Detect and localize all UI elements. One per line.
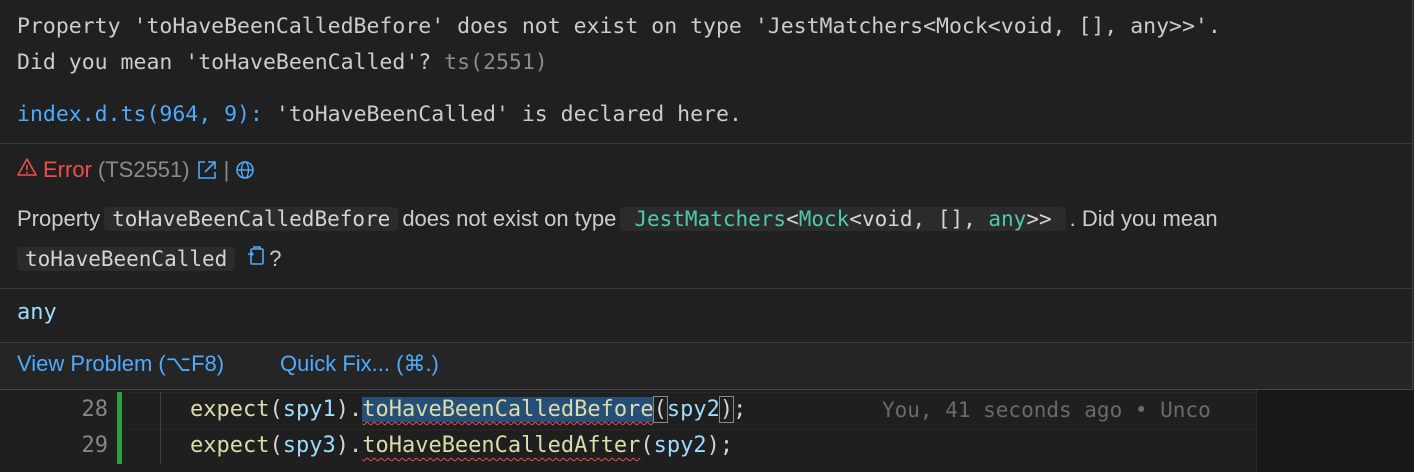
code-var: spy3	[282, 433, 336, 458]
divider	[0, 143, 1412, 144]
type-name: any	[988, 207, 1027, 231]
code-punc: ).	[335, 397, 363, 422]
code-error-method[interactable]: toHaveBeenCalledBefore	[362, 397, 654, 422]
error-message-line-2: toHaveBeenCalled ?	[17, 245, 282, 273]
code-text[interactable]: expect(spy3).toHaveBeenCalledAfter(spy2)…	[190, 428, 733, 464]
ts-error-code: ts(2551)	[444, 50, 548, 75]
type-name: Mock	[798, 207, 850, 231]
code-error-method[interactable]: toHaveBeenCalledAfter	[362, 433, 640, 458]
ts-message-line-1: Property 'toHaveBeenCalledBefore' does n…	[17, 14, 1221, 39]
line-number: 28	[81, 397, 109, 422]
declaration-line: index.d.ts(964, 9): 'toHaveBeenCalled' i…	[17, 102, 742, 127]
hover-widget: Property 'toHaveBeenCalledBefore' does n…	[0, 0, 1413, 390]
code-punc: ;	[719, 433, 734, 458]
message-text: ?	[269, 246, 282, 271]
code-punc: (	[652, 396, 668, 423]
declaration-link[interactable]: index.d.ts(964, 9):	[17, 102, 263, 127]
message-text: does not exist on type	[402, 206, 617, 231]
hover-type-info: any	[17, 300, 57, 325]
external-link-icon[interactable]	[196, 159, 218, 181]
type-punc: <void, [],	[849, 207, 989, 231]
code-line-29[interactable]: 29 expect(spy3).toHaveBeenCalledAfter(sp…	[0, 428, 1256, 464]
code-punc: (	[269, 433, 283, 458]
secondary-editor-pane	[1256, 390, 1414, 472]
type-punc: <	[786, 207, 799, 231]
code-chip-property: toHaveBeenCalledBefore	[104, 207, 399, 231]
code-punc: (	[640, 433, 654, 458]
globe-icon[interactable]	[235, 160, 255, 180]
error-code: (TS2551)	[97, 157, 190, 182]
code-var: spy1	[282, 397, 336, 422]
code-var: spy2	[653, 433, 707, 458]
code-line-28[interactable]: 28 expect(spy1).toHaveBeenCalledBefore(s…	[0, 392, 1256, 430]
git-blame-annotation: You, 41 seconds ago • Unco	[882, 398, 1211, 422]
divider	[0, 342, 1412, 343]
declaration-text: 'toHaveBeenCalled' is declared here.	[275, 102, 742, 127]
code-text[interactable]: expect(spy1).toHaveBeenCalledBefore(spy2…	[190, 392, 746, 428]
error-message-line-1: Property toHaveBeenCalledBefore does not e…	[17, 206, 1218, 232]
code-punc: (	[269, 397, 283, 422]
code-chip-suggestion: toHaveBeenCalled	[17, 247, 236, 271]
quick-fix-link[interactable]: Quick Fix... (⌘.)	[280, 351, 439, 377]
ts-message-text: Did you mean 'toHaveBeenCalled'?	[17, 50, 432, 75]
code-punc: ;	[733, 397, 747, 422]
type-punc: >>	[1026, 207, 1052, 231]
copy-icon[interactable]	[245, 245, 267, 273]
error-header: Error (TS2551) |	[17, 157, 255, 183]
code-editor[interactable]: 28 expect(spy1).toHaveBeenCalledBefore(s…	[0, 390, 1414, 472]
line-number: 29	[81, 433, 109, 458]
code-fn: expect	[190, 397, 270, 422]
view-problem-link[interactable]: View Problem (⌥F8)	[17, 351, 224, 377]
code-punc: )	[706, 433, 720, 458]
indent-guide	[160, 428, 161, 464]
warning-triangle-icon	[17, 157, 37, 183]
error-label: Error	[43, 157, 92, 182]
code-punc: ).	[335, 433, 363, 458]
indent-guide	[160, 392, 161, 428]
type-name: JestMatchers	[634, 207, 787, 231]
message-text: Property	[17, 206, 101, 231]
git-modified-bar[interactable]	[117, 428, 122, 464]
message-text: . Did you mean	[1069, 206, 1218, 231]
code-fn: expect	[190, 433, 270, 458]
git-modified-bar[interactable]	[117, 392, 122, 428]
code-punc: )	[718, 396, 735, 423]
separator-pipe: |	[223, 157, 230, 182]
code-chip-type: JestMatchers<Mock<void, [], any>>	[620, 207, 1066, 231]
divider	[0, 288, 1412, 289]
ts-message-line-2: Did you mean 'toHaveBeenCalled'? ts(2551…	[17, 50, 548, 75]
code-var: spy2	[666, 397, 720, 422]
